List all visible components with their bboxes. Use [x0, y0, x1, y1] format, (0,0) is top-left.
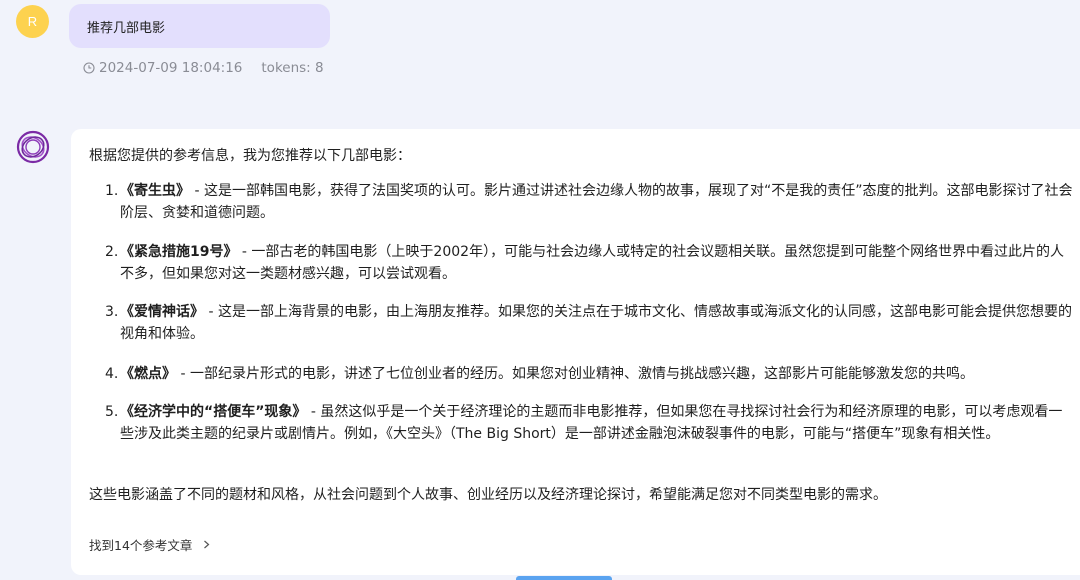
list-item: 4. 《燃点》 - 一部纪录片形式的电影，讲述了七位创业者的经历。如果您对创业精…: [105, 363, 1075, 385]
user-message-bubble: 推荐几部电影: [69, 4, 330, 48]
list-item-number: 2.: [105, 244, 119, 260]
movie-title: 《紧急措施19号》: [120, 244, 238, 260]
movie-title: 《寄生虫》: [120, 183, 190, 199]
user-message-text: 推荐几部电影: [87, 20, 166, 36]
user-avatar: R: [16, 5, 49, 38]
list-item: 1. 《寄生虫》 - 这是一部韩国电影，获得了法国奖项的认可。影片通过讲述社会边…: [105, 180, 1075, 224]
answer-summary: 这些电影涵盖了不同的题材和风格，从社会问题到个人故事、创业经历以及经济理论探讨，…: [89, 487, 887, 503]
list-item: 2. 《紧急措施19号》 - 一部古老的韩国电影（上映于2002年），可能与社会…: [105, 241, 1075, 285]
list-item: 3. 《爱情神话》 - 这是一部上海背景的电影，由上海朋友推荐。如果您的关注点在…: [105, 301, 1075, 345]
list-item-number: 3.: [105, 304, 119, 320]
movie-description: - 这是一部韩国电影，获得了法国奖项的认可。影片通过讲述社会边缘人物的故事，展现…: [120, 183, 1073, 221]
answer-intro: 根据您提供的参考信息，我为您推荐以下几部电影：: [89, 148, 411, 164]
movie-title: 《爱情神话》: [120, 304, 204, 320]
list-item-number: 5.: [105, 404, 119, 420]
references-link[interactable]: 找到14个参考文章: [89, 535, 211, 554]
message-meta: 2024-07-09 18:04:16 tokens: 8: [83, 60, 324, 76]
list-item: 5. 《经济学中的“搭便车”现象》 - 虽然这似乎是一个关于经济理论的主题而非电…: [105, 401, 1075, 445]
assistant-answer-card: 根据您提供的参考信息，我为您推荐以下几部电影： 1. 《寄生虫》 - 这是一部韩…: [71, 129, 1080, 575]
movie-description: - 这是一部上海背景的电影，由上海朋友推荐。如果您的关注点在于城市文化、情感故事…: [120, 304, 1072, 342]
assistant-logo-icon: [16, 130, 50, 164]
list-item-number: 4.: [105, 366, 119, 382]
movie-description: - 一部古老的韩国电影（上映于2002年），可能与社会边缘人或特定的社会议题相关…: [120, 244, 1065, 282]
bottom-scroll-indicator[interactable]: [516, 576, 612, 580]
movie-title: 《经济学中的“搭便车”现象》: [120, 404, 307, 420]
references-label[interactable]: 找到14个参考文章: [89, 535, 192, 554]
movie-description: - 一部纪录片形式的电影，讲述了七位创业者的经历。如果您对创业精神、激情与挑战感…: [176, 366, 974, 382]
chevron-right-icon[interactable]: [202, 540, 211, 549]
clock-icon: [83, 62, 95, 74]
message-timestamp: 2024-07-09 18:04:16: [99, 60, 243, 76]
movie-title: 《燃点》: [120, 366, 176, 382]
token-count: tokens: 8: [261, 60, 324, 76]
list-item-number: 1.: [105, 183, 119, 199]
